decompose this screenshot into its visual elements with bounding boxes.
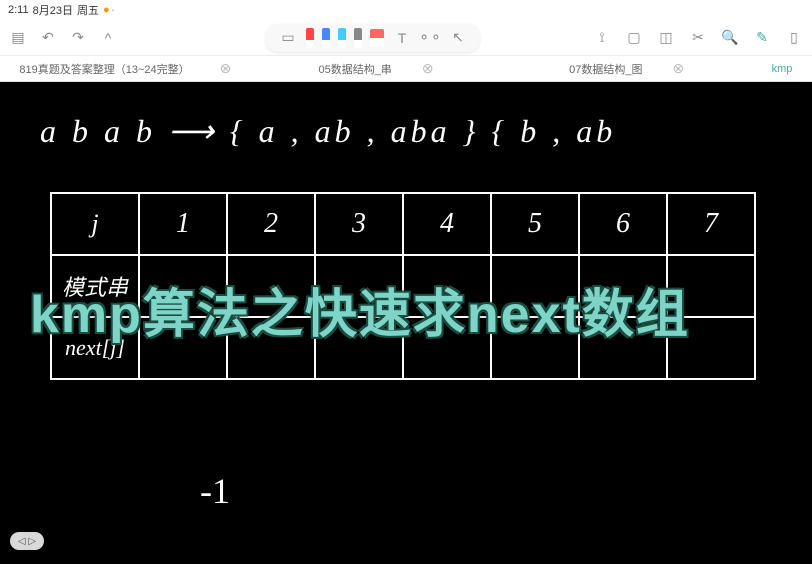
close-icon[interactable]: ⊗ bbox=[422, 60, 434, 77]
tab-3-label: 07数据结构_图 bbox=[569, 61, 642, 77]
status-time: 2:11 bbox=[8, 4, 29, 16]
crop-icon[interactable]: ✂ bbox=[688, 28, 708, 48]
pen-blue[interactable] bbox=[322, 28, 330, 48]
tab-3[interactable]: 07数据结构_图 ⊗ bbox=[501, 56, 752, 81]
handwritten-value: -1 bbox=[200, 470, 230, 512]
tab-4-label: kmp bbox=[772, 63, 793, 75]
search-icon[interactable]: 🔍 bbox=[720, 28, 740, 48]
tab-1[interactable]: 819真题及答案整理（13~24完整） ⊗ bbox=[0, 56, 251, 81]
redo-icon[interactable]: ↷ bbox=[68, 28, 88, 48]
video-title-overlay: kmp算法之快速求next数组 bbox=[30, 272, 690, 347]
cell: 3 bbox=[315, 193, 403, 255]
cell: 7 bbox=[667, 193, 755, 255]
document-icon[interactable]: ▤ bbox=[8, 28, 28, 48]
cell: 4 bbox=[403, 193, 491, 255]
toolbar-left-group: ▤ ↶ ↷ ^ bbox=[8, 28, 118, 48]
text-tool-icon[interactable]: T bbox=[392, 28, 412, 48]
tab-2-label: 05数据结构_串 bbox=[318, 61, 391, 77]
edit-icon[interactable]: ✎ bbox=[752, 28, 772, 48]
split-icon[interactable]: ◫ bbox=[656, 28, 676, 48]
shapes-icon[interactable]: ⚬⚬ bbox=[420, 28, 440, 48]
cell: 2 bbox=[227, 193, 315, 255]
tab-4-active[interactable]: kmp bbox=[752, 56, 812, 81]
square-icon[interactable]: ▢ bbox=[624, 28, 644, 48]
cell: 6 bbox=[579, 193, 667, 255]
handwritten-formula: a b a b ⟶ { a , ab , aba } { b , ab bbox=[40, 112, 616, 150]
close-icon[interactable]: ⊗ bbox=[220, 60, 232, 77]
page-bottom-edge bbox=[0, 564, 812, 578]
card-icon[interactable]: ▭ bbox=[278, 28, 298, 48]
status-dots: • bbox=[112, 6, 115, 15]
eraser-tool[interactable] bbox=[370, 29, 384, 47]
connect-icon[interactable]: ⟟ bbox=[592, 28, 612, 48]
pen-cyan[interactable] bbox=[338, 28, 346, 48]
cell: 1 bbox=[139, 193, 227, 255]
status-weekday: 周五 bbox=[77, 2, 99, 18]
toolbar-right-group: ⟟ ▢ ◫ ✂ 🔍 ✎ ▯ bbox=[592, 28, 804, 48]
app-toolbar: ▤ ↶ ↷ ^ ▭ T ⚬⚬ ↖ ⟟ ▢ ◫ ✂ 🔍 ✎ ▯ bbox=[0, 20, 812, 56]
document-tabs: 819真题及答案整理（13~24完整） ⊗ 05数据结构_串 ⊗ 07数据结构_… bbox=[0, 56, 812, 82]
close-icon[interactable]: ⊗ bbox=[672, 60, 684, 77]
status-date: 8月23日 bbox=[33, 2, 73, 18]
tab-2[interactable]: 05数据结构_串 ⊗ bbox=[251, 56, 502, 81]
toolbar-pen-group: ▭ T ⚬⚬ ↖ bbox=[266, 24, 480, 52]
chevron-up-icon[interactable]: ^ bbox=[98, 28, 118, 48]
status-indicator-dot: ● bbox=[103, 4, 110, 16]
undo-icon[interactable]: ↶ bbox=[38, 28, 58, 48]
pointer-icon[interactable]: ↖ bbox=[448, 28, 468, 48]
bookmark-icon[interactable]: ▯ bbox=[784, 28, 804, 48]
table-row-index: j 1 2 3 4 5 6 7 bbox=[51, 193, 755, 255]
device-status-bar: 2:11 8月23日 周五 ● • bbox=[0, 0, 812, 20]
cell: 5 bbox=[491, 193, 579, 255]
pen-red[interactable] bbox=[306, 28, 314, 48]
drawing-canvas[interactable]: a b a b ⟶ { a , ab , aba } { b , ab j 1 … bbox=[0, 82, 812, 578]
cell-j: j bbox=[51, 193, 139, 255]
page-scroll-indicator[interactable]: ◁ ▷ bbox=[10, 532, 44, 550]
tab-1-label: 819真题及答案整理（13~24完整） bbox=[19, 61, 189, 77]
pen-gray[interactable] bbox=[354, 28, 362, 48]
